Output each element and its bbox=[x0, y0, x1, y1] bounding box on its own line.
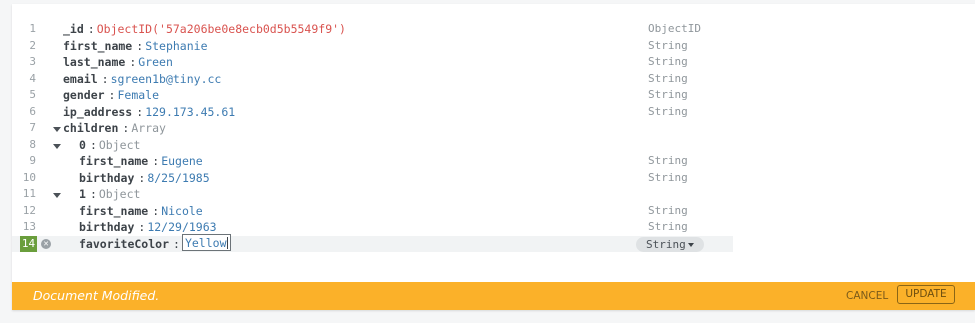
document-line: 1 _id: ObjectID('57a206be0e8ecb0d5b5549f9… bbox=[12, 21, 975, 38]
document-line: 11 1: Object bbox=[12, 186, 975, 203]
modified-status-bar: Document Modified. CANCEL UPDATE bbox=[12, 282, 975, 310]
field-key[interactable]: ip_address bbox=[63, 105, 132, 119]
field-key[interactable]: children bbox=[63, 121, 118, 135]
field-type-dropdown[interactable]: String bbox=[636, 236, 704, 252]
field-value-input[interactable]: Yellow bbox=[181, 233, 231, 251]
field-key[interactable]: birthday bbox=[79, 171, 134, 185]
field-value[interactable]: 12/29/1963 bbox=[147, 220, 216, 234]
document-line: 2 first_name: Stephanie String bbox=[12, 38, 975, 55]
line-number: 10 bbox=[22, 170, 36, 184]
line-number: 14 bbox=[20, 235, 37, 252]
field-value: Object bbox=[98, 137, 141, 152]
text-cursor bbox=[226, 237, 228, 249]
line-number: 1 bbox=[29, 22, 36, 35]
field-type: String bbox=[648, 203, 688, 217]
line-number: 8 bbox=[29, 137, 36, 151]
field-type: String bbox=[648, 55, 688, 68]
field-key[interactable]: 1 bbox=[79, 187, 86, 201]
document-card: 1 _id: ObjectID('57a206be0e8ecb0d5b5549f9… bbox=[12, 4, 975, 310]
update-button[interactable]: UPDATE bbox=[897, 285, 955, 304]
expand-caret-icon[interactable] bbox=[53, 193, 61, 198]
line-number: 6 bbox=[29, 104, 36, 118]
document-line-editing: 14 ✕ favoriteColor: Yellow String bbox=[12, 233, 733, 252]
field-value[interactable]: ObjectID('57a206be0e8ecb0d5b5549f9') bbox=[97, 22, 346, 36]
field-key[interactable]: last_name bbox=[63, 55, 125, 69]
field-type: String bbox=[648, 88, 688, 101]
line-number: 13 bbox=[22, 220, 36, 233]
field-value[interactable]: sgreen1b@tiny.cc bbox=[111, 72, 222, 86]
field-key[interactable]: 0 bbox=[79, 138, 86, 152]
document-line: 4 email: sgreen1b@tiny.cc String bbox=[12, 71, 975, 88]
field-type: String bbox=[648, 220, 688, 233]
field-key[interactable]: _id bbox=[63, 22, 84, 36]
field-value[interactable]: Stephanie bbox=[145, 39, 207, 53]
field-value[interactable]: Eugene bbox=[161, 154, 203, 168]
field-type: String bbox=[648, 71, 688, 85]
line-number: 4 bbox=[29, 71, 36, 85]
field-key[interactable]: first_name bbox=[79, 154, 148, 168]
field-value[interactable]: Female bbox=[117, 88, 159, 102]
expand-caret-icon[interactable] bbox=[53, 143, 61, 149]
field-key[interactable]: gender bbox=[63, 88, 105, 102]
expand-caret-icon[interactable] bbox=[53, 127, 61, 132]
field-key[interactable]: birthday bbox=[79, 220, 134, 234]
document-line: 7 children: Array bbox=[12, 120, 975, 137]
line-number: 2 bbox=[29, 38, 36, 52]
field-type: String bbox=[648, 170, 688, 184]
field-type: String bbox=[648, 38, 688, 52]
document-line: 9 first_name: Eugene String bbox=[12, 153, 975, 170]
document-line: 5 gender: Female String bbox=[12, 87, 975, 104]
field-type: String bbox=[648, 154, 688, 167]
document-line: 8 0: Object bbox=[12, 137, 975, 154]
field-value[interactable]: 8/25/1985 bbox=[147, 171, 209, 185]
cancel-button[interactable]: CANCEL bbox=[846, 290, 888, 302]
field-value: Array bbox=[131, 121, 166, 135]
field-value[interactable]: Nicole bbox=[161, 204, 203, 218]
document-editor: 1 _id: ObjectID('57a206be0e8ecb0d5b5549f9… bbox=[12, 21, 975, 252]
field-key[interactable]: first_name bbox=[79, 204, 148, 218]
document-line: 3 last_name: Green String bbox=[12, 54, 975, 71]
remove-field-icon[interactable]: ✕ bbox=[41, 238, 51, 249]
field-value: Object bbox=[98, 187, 141, 201]
field-value[interactable]: 129.173.45.61 bbox=[145, 105, 235, 119]
field-key[interactable]: email bbox=[63, 72, 98, 86]
line-number: 12 bbox=[22, 203, 36, 217]
line-number: 3 bbox=[29, 55, 36, 68]
field-value[interactable]: Green bbox=[138, 55, 173, 69]
field-key[interactable]: first_name bbox=[63, 39, 132, 53]
field-type: ObjectID bbox=[648, 22, 701, 35]
line-number: 9 bbox=[29, 154, 36, 167]
chevron-down-icon bbox=[687, 242, 694, 247]
document-line: 10 birthday:8/25/1985 String bbox=[12, 170, 975, 187]
field-key[interactable]: favoriteColor bbox=[79, 237, 169, 251]
field-type: String bbox=[648, 104, 688, 118]
document-line: 6 ip_address:129.173.45.61 String bbox=[12, 104, 975, 121]
status-message: Document Modified. bbox=[33, 288, 160, 303]
document-line: 12 first_name: Nicole String bbox=[12, 203, 975, 220]
line-number: 7 bbox=[29, 121, 36, 134]
document-line: 13 birthday:12/29/1963 String bbox=[12, 219, 975, 236]
line-number: 5 bbox=[29, 88, 36, 101]
line-number: 11 bbox=[22, 187, 36, 200]
